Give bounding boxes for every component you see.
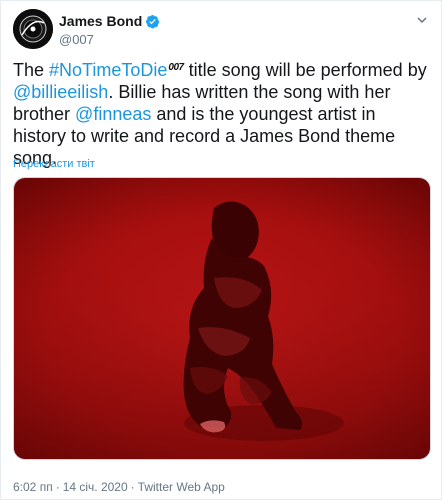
- avatar-image: [13, 9, 53, 49]
- tweet-meta: 6:02 пп · 14 січ. 2020 · Twitter Web App: [13, 480, 225, 494]
- mention-link-billieeilish[interactable]: @billieeilish: [13, 82, 108, 102]
- meta-separator: ·: [130, 480, 135, 494]
- translate-tweet-link[interactable]: Перекласти твіт: [13, 158, 95, 170]
- avatar[interactable]: [13, 9, 53, 49]
- tweet-text-segment: title song will be performed by: [183, 60, 427, 80]
- tweet-time[interactable]: 6:02 пп: [13, 480, 53, 494]
- tweet-text: The #NoTimeToDie007 title song will be p…: [13, 57, 433, 169]
- tweet-card: James Bond @007 The #NoTimeToDie007 titl…: [0, 0, 442, 500]
- photo-image: [14, 178, 430, 459]
- display-name[interactable]: James Bond: [59, 13, 142, 29]
- hashtag-link[interactable]: #NoTimeToDie: [49, 60, 167, 80]
- tweet-photo[interactable]: [13, 177, 431, 460]
- tweet-source[interactable]: Twitter Web App: [138, 480, 225, 494]
- mention-link-finneas[interactable]: @finneas: [75, 104, 151, 124]
- author-info: James Bond @007: [59, 12, 160, 47]
- tweet-text-segment: The: [13, 60, 50, 80]
- tweet-header: James Bond @007: [13, 9, 433, 49]
- verified-badge-icon: [145, 14, 160, 29]
- tweet-date[interactable]: 14 січ. 2020: [63, 480, 128, 494]
- author-handle[interactable]: @007: [59, 32, 160, 47]
- meta-separator: ·: [55, 480, 60, 494]
- chevron-down-icon[interactable]: [415, 13, 429, 27]
- hashtag-007-logo: 007: [168, 62, 184, 73]
